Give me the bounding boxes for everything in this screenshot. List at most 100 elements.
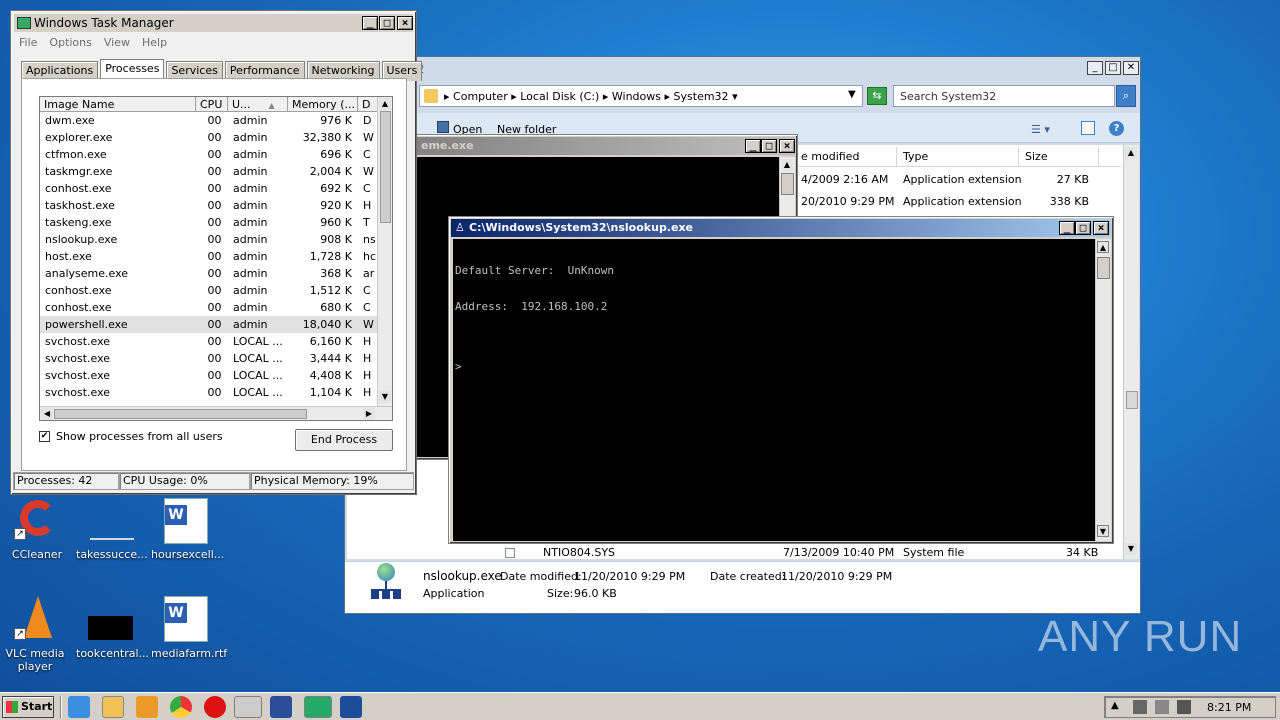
process-list[interactable]: Image Name CPU U... ▲ Memory (... D dwm.e… xyxy=(39,96,393,421)
scroll-thumb[interactable] xyxy=(1126,391,1138,409)
scroll-thumb[interactable] xyxy=(781,173,794,195)
internet-explorer-icon[interactable] xyxy=(68,696,90,718)
scroll-up-icon[interactable]: ▲ xyxy=(781,159,793,171)
col-type[interactable]: Type xyxy=(897,147,1019,166)
vlc-icon[interactable]: ↗ xyxy=(14,596,60,644)
refresh-icon[interactable]: ⇆ xyxy=(867,87,887,105)
breadcrumb-system32[interactable]: System32 xyxy=(674,90,729,103)
clock[interactable]: 8:21 PM xyxy=(1207,701,1251,714)
address-dropdown-icon[interactable]: ▼ xyxy=(848,89,856,100)
process-row[interactable]: powershell.exe 00 admin 18,040 K W xyxy=(40,316,392,333)
process-row[interactable]: svchost.exe 00 LOCAL ... 4,408 K H xyxy=(40,367,392,384)
close-button[interactable]: × xyxy=(779,139,795,153)
start-button[interactable]: Start xyxy=(2,696,54,718)
col-description[interactable]: D xyxy=(358,97,378,111)
process-row[interactable]: dwm.exe 00 admin 976 K D xyxy=(40,112,392,129)
minimize-button[interactable]: _ xyxy=(745,139,761,153)
minimize-button[interactable]: _ xyxy=(1059,221,1075,235)
close-button[interactable]: × xyxy=(397,16,413,30)
maximize-button[interactable]: □ xyxy=(1105,61,1121,75)
file-row[interactable]: 4/2009 2:16 AM Application extension 27 … xyxy=(797,169,1121,191)
scroll-up-icon[interactable]: ▲ xyxy=(1097,241,1109,253)
preview-pane-icon[interactable] xyxy=(1081,121,1095,135)
file-row[interactable]: NTIO804.SYS 7/13/2009 10:40 PM System fi… xyxy=(505,545,1121,561)
process-list-vscrollbar[interactable]: ▲ ▼ xyxy=(377,97,392,406)
scroll-left-icon[interactable]: ◀ xyxy=(41,408,53,420)
scroll-thumb[interactable] xyxy=(54,409,307,419)
word-document-icon[interactable]: W xyxy=(164,596,208,642)
col-cpu[interactable]: CPU xyxy=(196,97,228,111)
help-icon[interactable]: ? xyxy=(1109,121,1124,136)
process-row[interactable]: svchost.exe 00 LOCAL ... 3,444 K H xyxy=(40,350,392,367)
process-row[interactable]: taskmgr.exe 00 admin 2,004 K W xyxy=(40,163,392,180)
tray-expand-icon[interactable]: ▲ xyxy=(1111,700,1119,711)
opera-icon[interactable] xyxy=(204,696,226,718)
menu-help[interactable]: Help xyxy=(142,36,167,49)
console-scrollbar[interactable]: ▲ ▼ xyxy=(1095,239,1111,541)
powershell-icon[interactable] xyxy=(340,696,362,718)
menu-file[interactable]: File xyxy=(19,36,37,49)
scroll-up-icon[interactable]: ▲ xyxy=(379,98,391,110)
process-row[interactable]: svchost.exe 00 LOCAL ... 6,160 K H xyxy=(40,333,392,350)
nslookup-console-output[interactable]: Default Server: UnKnown Address: 192.168… xyxy=(453,239,1095,541)
process-row[interactable]: analyseme.exe 00 admin 368 K ar xyxy=(40,265,392,282)
process-list-hscrollbar[interactable]: ◀ ▶ xyxy=(40,406,392,420)
scroll-down-icon[interactable]: ▼ xyxy=(1097,525,1109,537)
process-row[interactable]: conhost.exe 00 admin 692 K C xyxy=(40,180,392,197)
task-manager-window[interactable]: Windows Task Manager _ □ × File Options … xyxy=(10,10,423,495)
taskbar-window-icon[interactable] xyxy=(234,696,262,718)
col-size[interactable]: Size xyxy=(1019,147,1099,166)
col-memory[interactable]: Memory (... xyxy=(288,97,358,111)
maximize-button[interactable]: □ xyxy=(761,139,777,153)
view-options-icon[interactable]: ☰ ▾ xyxy=(1031,123,1050,136)
menu-view[interactable]: View xyxy=(104,36,130,49)
file-row[interactable]: 20/2010 9:29 PM Application extension 33… xyxy=(797,191,1121,213)
close-button[interactable]: ✕ xyxy=(1123,61,1139,75)
nslookup-taskbar-icon[interactable] xyxy=(270,696,292,718)
scroll-up-icon[interactable]: ▲ xyxy=(1125,147,1137,159)
tray-volume-icon[interactable] xyxy=(1177,700,1191,714)
close-button[interactable]: × xyxy=(1093,221,1109,235)
scroll-right-icon[interactable]: ▶ xyxy=(363,408,375,420)
address-bar[interactable]: ▸ Computer ▸ Local Disk (C:) ▸ Windows ▸… xyxy=(419,85,863,107)
col-image-name[interactable]: Image Name xyxy=(40,97,196,111)
ccleaner-icon[interactable]: ↗ xyxy=(14,498,60,544)
process-row[interactable]: taskhost.exe 00 admin 920 K H xyxy=(40,197,392,214)
maximize-button[interactable]: □ xyxy=(379,16,395,30)
breadcrumb-windows[interactable]: Windows xyxy=(612,90,661,103)
process-row[interactable]: svchost.exe 00 LOCAL ... 1,104 K H xyxy=(40,384,392,401)
blank-file-icon[interactable] xyxy=(90,510,134,540)
show-all-users-checkbox[interactable]: ✔ xyxy=(39,431,50,442)
col-user[interactable]: U... ▲ xyxy=(228,97,288,111)
maximize-button[interactable]: □ xyxy=(1075,221,1091,235)
breadcrumb-computer[interactable]: Computer xyxy=(453,90,508,103)
process-row[interactable]: ctfmon.exe 00 admin 696 K C xyxy=(40,146,392,163)
process-row[interactable]: conhost.exe 00 admin 680 K C xyxy=(40,299,392,316)
tab-processes[interactable]: Processes xyxy=(100,59,165,79)
tray-flag-icon[interactable] xyxy=(1133,700,1147,714)
black-file-icon[interactable] xyxy=(88,616,133,640)
scroll-thumb[interactable] xyxy=(1097,257,1110,279)
breadcrumb-local-disk[interactable]: Local Disk (C:) xyxy=(520,90,599,103)
tray-network-icon[interactable] xyxy=(1155,700,1169,714)
file-explorer-icon[interactable] xyxy=(102,696,124,718)
process-row[interactable]: explorer.exe 00 admin 32,380 K W xyxy=(40,129,392,146)
process-row[interactable]: conhost.exe 00 admin 1,512 K C xyxy=(40,282,392,299)
end-process-button[interactable]: End Process xyxy=(295,429,393,451)
media-player-icon[interactable] xyxy=(136,696,158,718)
col-date-modified[interactable]: e modified xyxy=(797,147,897,166)
chrome-icon[interactable] xyxy=(170,696,192,718)
process-row[interactable]: taskeng.exe 00 admin 960 K T xyxy=(40,214,392,231)
search-input[interactable]: Search System32 xyxy=(893,85,1115,107)
search-icon[interactable]: ⌕ xyxy=(1116,85,1136,107)
process-row[interactable]: nslookup.exe 00 admin 908 K ns xyxy=(40,231,392,248)
minimize-button[interactable]: _ xyxy=(362,16,378,30)
nslookup-console-window[interactable]: C:\Windows\System32\nslookup.exe ♙ _ □ ×… xyxy=(448,216,1114,544)
minimize-button[interactable]: _ xyxy=(1087,61,1103,75)
word-document-icon[interactable]: W xyxy=(164,498,208,544)
process-row[interactable]: host.exe 00 admin 1,728 K hc xyxy=(40,248,392,265)
scroll-thumb[interactable] xyxy=(380,111,391,223)
file-list-scrollbar[interactable]: ▲ ▼ xyxy=(1123,145,1139,559)
task-manager-taskbar-icon[interactable] xyxy=(304,696,332,718)
scroll-down-icon[interactable]: ▼ xyxy=(1125,543,1137,555)
